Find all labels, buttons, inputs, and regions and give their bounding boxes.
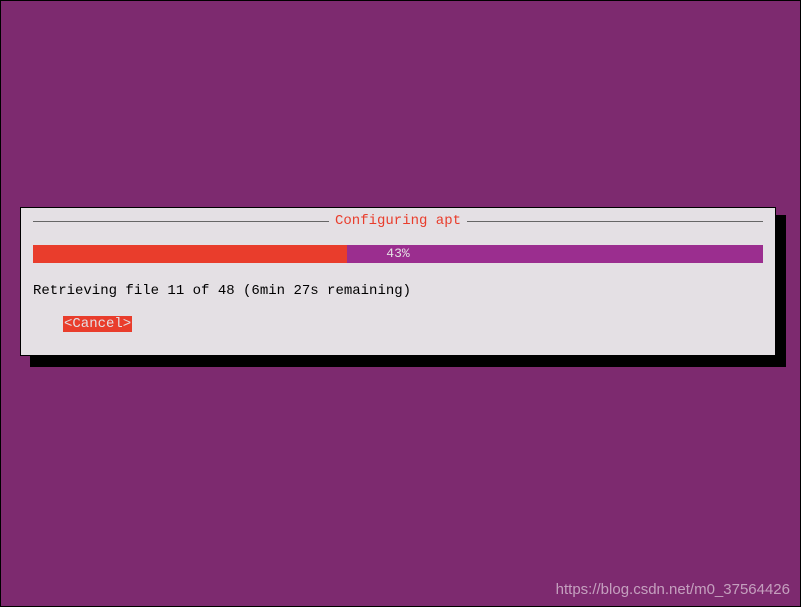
status-text: Retrieving file 11 of 48 (6min 27s remai… <box>33 283 411 299</box>
dialog-title: Configuring apt <box>329 213 467 229</box>
progress-percent-label: 43% <box>33 245 763 263</box>
title-line-left <box>33 221 329 222</box>
title-line-right <box>467 221 763 222</box>
cancel-button[interactable]: <Cancel> <box>63 316 132 332</box>
watermark-text: https://blog.csdn.net/m0_37564426 <box>556 581 790 598</box>
dialog-box: Configuring apt 43% Retrieving file 11 o… <box>20 207 776 356</box>
progress-bar: 43% <box>33 245 763 263</box>
dialog-title-row: Configuring apt <box>33 213 763 229</box>
